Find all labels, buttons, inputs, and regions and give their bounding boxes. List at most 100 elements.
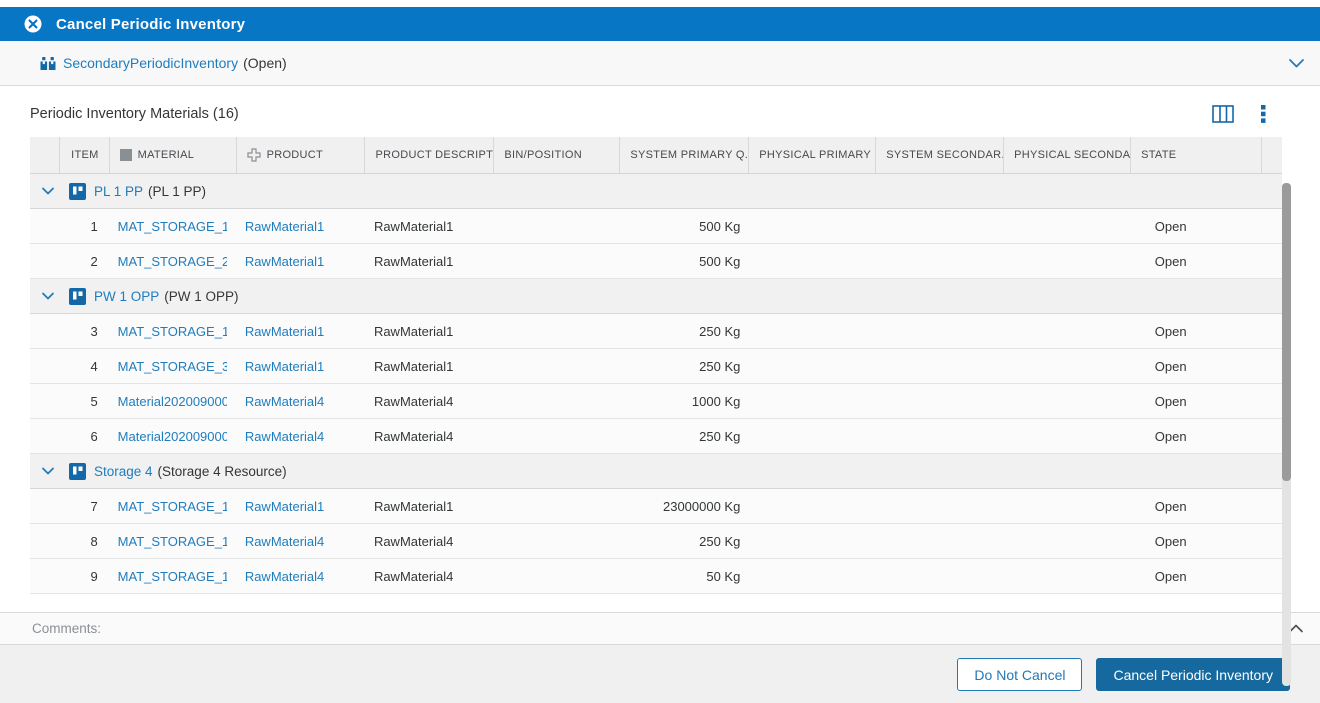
cell-item: 9 [90,568,98,584]
material-link[interactable]: MAT_STORAGE_139 [118,569,227,584]
comments-section: Comments: [0,612,1320,645]
material-link[interactable]: MAT_STORAGE_138 [118,534,227,549]
material-link[interactable]: Material2020090001 [118,429,227,444]
cell-product-description: RawMaterial4 [373,568,454,584]
table-row[interactable]: 8 MAT_STORAGE_138 RawMaterial4 RawMateri… [30,524,1282,559]
cell-product-description: RawMaterial1 [373,498,454,514]
group-label-link[interactable]: PW 1 OPP [94,289,159,304]
product-link[interactable]: RawMaterial4 [245,569,324,584]
cell-material: MAT_STORAGE_139 [110,569,237,584]
material-link[interactable]: Material2020090001 [118,394,227,409]
cell-material: MAT_STORAGE_100 [110,499,237,514]
cell-state: Open [1154,533,1187,549]
table-row[interactable]: 9 MAT_STORAGE_139 RawMaterial4 RawMateri… [30,559,1282,594]
cell-product-description: RawMaterial4 [373,428,454,444]
product-link[interactable]: RawMaterial1 [245,324,324,339]
cell-product: RawMaterial4 [237,429,366,444]
resource-icon [69,287,86,305]
cancel-periodic-inventory-button[interactable]: Cancel Periodic Inventory [1096,658,1290,691]
table-header-row: ITEM MATERIAL PRODUCT PRODUCT DESCRIPTI.… [30,137,1282,174]
header-product-description[interactable]: PRODUCT DESCRIPTI... [365,137,495,173]
kebab-menu-icon[interactable] [1261,104,1266,124]
cell-item: 4 [90,358,98,374]
table-title: Periodic Inventory Materials (16) [30,105,239,122]
cell-item: 5 [90,393,98,409]
cell-state: Open [1154,218,1187,234]
cell-product-description: RawMaterial4 [373,393,454,409]
cell-item: 8 [90,533,98,549]
cell-product: RawMaterial1 [237,324,366,339]
table-row[interactable]: 6 Material2020090001 RawMaterial4 RawMat… [30,419,1282,454]
cell-system-primary-qty: 500 Kg [699,218,741,234]
top-margin [0,0,1320,7]
cell-product: RawMaterial1 [237,359,366,374]
product-link[interactable]: RawMaterial4 [245,429,324,444]
table-row[interactable]: 1 MAT_STORAGE_1 RawMaterial1 RawMaterial… [30,209,1282,244]
cell-product-description: RawMaterial4 [373,533,454,549]
group-sublabel: (Storage 4 Resource) [157,463,287,479]
product-link[interactable]: RawMaterial4 [245,394,324,409]
cell-product: RawMaterial1 [237,499,366,514]
header-filler [1262,137,1282,173]
cell-item: 2 [90,253,98,269]
close-icon[interactable] [24,15,42,33]
header-state[interactable]: STATE [1131,137,1262,173]
chevron-down-icon[interactable] [38,183,58,199]
header-physical-secondary-qty[interactable]: PHYSICAL SECONDA... [1004,137,1132,173]
group-row: PW 1 OPP (PW 1 OPP) [30,279,1282,314]
table-row[interactable]: 5 Material2020090001 RawMaterial4 RawMat… [30,384,1282,419]
material-link[interactable]: MAT_STORAGE_2 [118,254,227,269]
table-body: PL 1 PP (PL 1 PP) 1 MAT_STORAGE_1 RawMat… [30,174,1282,594]
header-item[interactable]: ITEM [60,137,110,173]
cell-item: 7 [90,498,98,514]
cell-state: Open [1154,428,1187,444]
product-link[interactable]: RawMaterial1 [245,499,324,514]
cell-system-primary-qty: 250 Kg [699,323,741,339]
group-label-link[interactable]: PL 1 PP [94,184,143,199]
inventory-header-row: SecondaryPeriodicInventory (Open) [0,41,1320,86]
cell-product: RawMaterial4 [237,394,366,409]
cell-state: Open [1154,323,1187,339]
header-product[interactable]: PRODUCT [237,137,366,173]
product-link[interactable]: RawMaterial1 [245,219,324,234]
cell-state: Open [1154,253,1187,269]
header-bin-position[interactable]: BIN/POSITION [494,137,621,173]
header-system-primary-qty[interactable]: SYSTEM PRIMARY Q... [620,137,750,173]
product-link[interactable]: RawMaterial4 [245,534,324,549]
inventory-name-link[interactable]: SecondaryPeriodicInventory [63,55,238,71]
table-row[interactable]: 3 MAT_STORAGE_10 RawMaterial1 RawMateria… [30,314,1282,349]
material-link[interactable]: MAT_STORAGE_100 [118,499,227,514]
do-not-cancel-button[interactable]: Do Not Cancel [957,658,1083,691]
table-row[interactable]: 4 MAT_STORAGE_3 RawMaterial1 RawMaterial… [30,349,1282,384]
table-row[interactable]: 7 MAT_STORAGE_100 RawMaterial1 RawMateri… [30,489,1282,524]
material-link[interactable]: MAT_STORAGE_10 [118,324,227,339]
cell-material: MAT_STORAGE_138 [110,534,237,549]
cell-item: 6 [90,428,98,444]
cell-system-primary-qty: 250 Kg [699,358,741,374]
product-link[interactable]: RawMaterial1 [245,359,324,374]
vertical-scrollbar-track[interactable] [1282,183,1291,686]
dialog-footer: Do Not Cancel Cancel Periodic Inventory [0,645,1320,703]
cell-material: MAT_STORAGE_2 [110,254,237,269]
chevron-down-icon[interactable] [38,288,58,304]
cell-product: RawMaterial4 [237,569,366,584]
product-icon [246,148,261,162]
cell-product-description: RawMaterial1 [373,218,454,234]
collapse-chevron-down-icon[interactable] [1287,56,1306,70]
group-sublabel: (PW 1 OPP) [164,288,239,304]
header-physical-primary-qty[interactable]: PHYSICAL PRIMARY ... [749,137,877,173]
header-material[interactable]: MATERIAL [110,137,237,173]
materials-table: ITEM MATERIAL PRODUCT PRODUCT DESCRIPTI.… [30,137,1282,594]
header-system-secondary-qty[interactable]: SYSTEM SECONDAR... [876,137,1005,173]
chevron-down-icon[interactable] [38,463,58,479]
cell-product: RawMaterial1 [237,219,366,234]
material-link[interactable]: MAT_STORAGE_3 [118,359,227,374]
cell-item: 1 [90,218,98,234]
material-link[interactable]: MAT_STORAGE_1 [118,219,227,234]
cell-system-primary-qty: 23000000 Kg [662,498,741,514]
group-label-link[interactable]: Storage 4 [94,464,153,479]
column-chooser-icon[interactable] [1212,104,1234,123]
vertical-scrollbar-thumb[interactable] [1282,183,1291,481]
table-row[interactable]: 2 MAT_STORAGE_2 RawMaterial1 RawMaterial… [30,244,1282,279]
product-link[interactable]: RawMaterial1 [245,254,324,269]
